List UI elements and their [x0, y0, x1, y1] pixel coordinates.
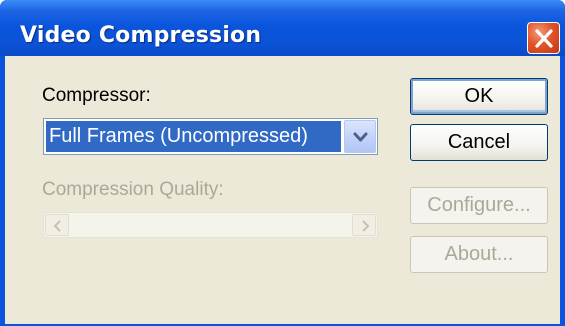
about-button[interactable]: About...: [410, 236, 548, 273]
compression-quality-label: Compression Quality:: [42, 179, 224, 200]
dialog-body: Compressor: Full Frames (Uncompressed) C…: [5, 56, 560, 324]
ok-button[interactable]: OK: [410, 78, 548, 115]
compressor-label: Compressor:: [42, 86, 151, 105]
scroll-right-button[interactable]: [352, 214, 376, 236]
compression-quality-slider[interactable]: [43, 212, 378, 238]
close-icon: [535, 29, 553, 48]
compressor-dropdown[interactable]: Full Frames (Uncompressed): [43, 118, 378, 155]
video-compression-dialog: Video Compression Compressor: Full Frame…: [0, 0, 565, 326]
window-title: Video Compression: [20, 23, 262, 48]
chevron-down-icon: [353, 132, 368, 142]
cancel-button[interactable]: Cancel: [410, 124, 548, 161]
close-button[interactable]: [527, 22, 560, 54]
arrow-right-icon: [362, 220, 370, 232]
compressor-selected-value[interactable]: Full Frames (Uncompressed): [46, 121, 341, 152]
title-bar[interactable]: Video Compression: [0, 0, 565, 56]
arrow-left-icon: [53, 220, 61, 232]
scroll-left-button[interactable]: [45, 214, 69, 236]
compressor-dropdown-button[interactable]: [344, 120, 376, 153]
compressor-label-text: Compressor:: [42, 85, 151, 106]
configure-button[interactable]: Configure...: [410, 187, 548, 224]
